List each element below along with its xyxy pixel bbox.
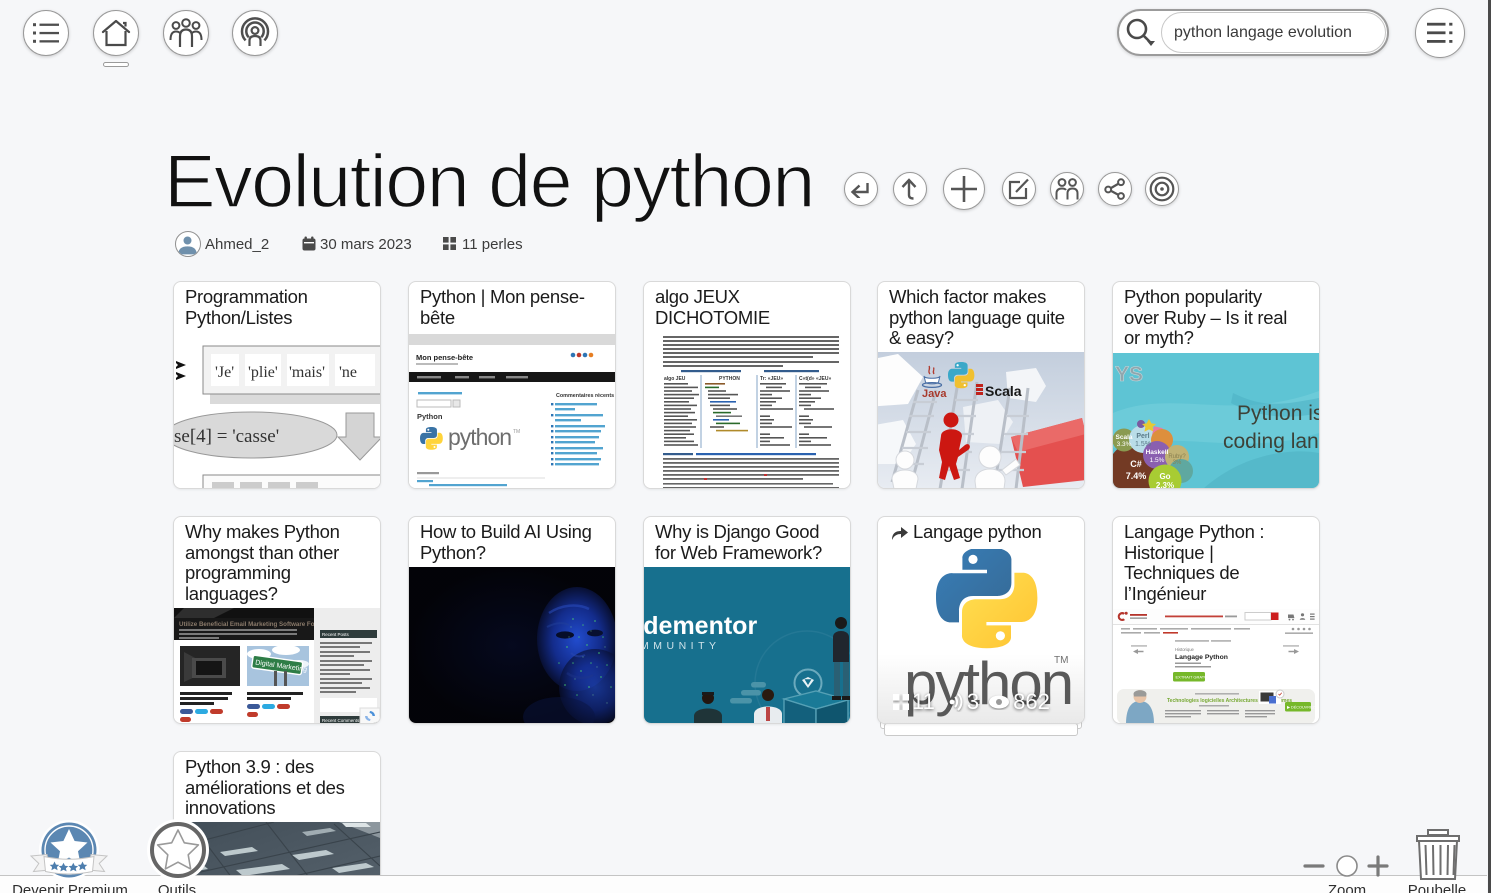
svg-text:TM: TM [513, 429, 520, 435]
svg-text:MMUNITY: MMUNITY [644, 640, 721, 652]
svg-text:Scala: Scala [1116, 434, 1133, 441]
svg-text:Commentaires récents: Commentaires récents [556, 393, 614, 399]
svg-text:1.5%: 1.5% [1150, 457, 1165, 464]
svg-text:Python is: Python is [1237, 402, 1319, 425]
svg-text:Python: Python [417, 412, 443, 421]
svg-text:1.5%: 1.5% [1135, 441, 1151, 448]
svg-text:Go: Go [1159, 472, 1170, 481]
svg-text:Langage Python: Langage Python [1175, 654, 1228, 661]
svg-text:Java: Java [922, 388, 947, 400]
svg-text:7.4%: 7.4% [1126, 471, 1147, 481]
svg-text:Scala: Scala [985, 383, 1022, 399]
svg-text:coding lan: coding lan [1223, 430, 1319, 453]
svg-text:'plie': 'plie' [248, 364, 278, 381]
svg-text:PYTHON: PYTHON [719, 376, 740, 382]
svg-text:Haskell: Haskell [1146, 449, 1169, 456]
svg-text:3.3%: 3.3% [1117, 441, 1132, 448]
svg-text:3%: 3% [1173, 460, 1182, 466]
svg-text:YS: YS [1115, 363, 1143, 386]
svg-text:EXTRAIT GRATUIT: EXTRAIT GRATUIT [1176, 675, 1212, 680]
svg-text:2.3%: 2.3% [1156, 481, 1174, 489]
svg-text:Recent Posts: Recent Posts [322, 632, 350, 637]
svg-text:Tr: «JEU»: Tr: «JEU» [760, 376, 783, 382]
svg-text:odementor: odementor [644, 612, 757, 640]
svg-text:'mais': 'mais' [289, 364, 325, 381]
svg-text:C«t(d» «JEU»: C«t(d» «JEU» [799, 376, 831, 382]
svg-text:'Je': 'Je' [215, 364, 234, 381]
svg-text:Historique: Historique [1175, 647, 1195, 652]
svg-text:Recent Comments: Recent Comments [322, 718, 360, 723]
svg-text:Perl: Perl [1136, 433, 1149, 440]
svg-text:'ne: 'ne [339, 364, 357, 381]
svg-text:python: python [448, 424, 511, 450]
svg-text:C#: C# [1130, 459, 1142, 469]
svg-text:▶ DÉCOUVREZ: ▶ DÉCOUVREZ [1287, 705, 1315, 710]
svg-text:se[4] = 'casse': se[4] = 'casse' [174, 426, 279, 447]
svg-text:algo JEU: algo JEU [664, 376, 686, 382]
svg-text:TM: TM [1054, 655, 1068, 666]
svg-text:Mon pense-bête: Mon pense-bête [416, 353, 473, 362]
